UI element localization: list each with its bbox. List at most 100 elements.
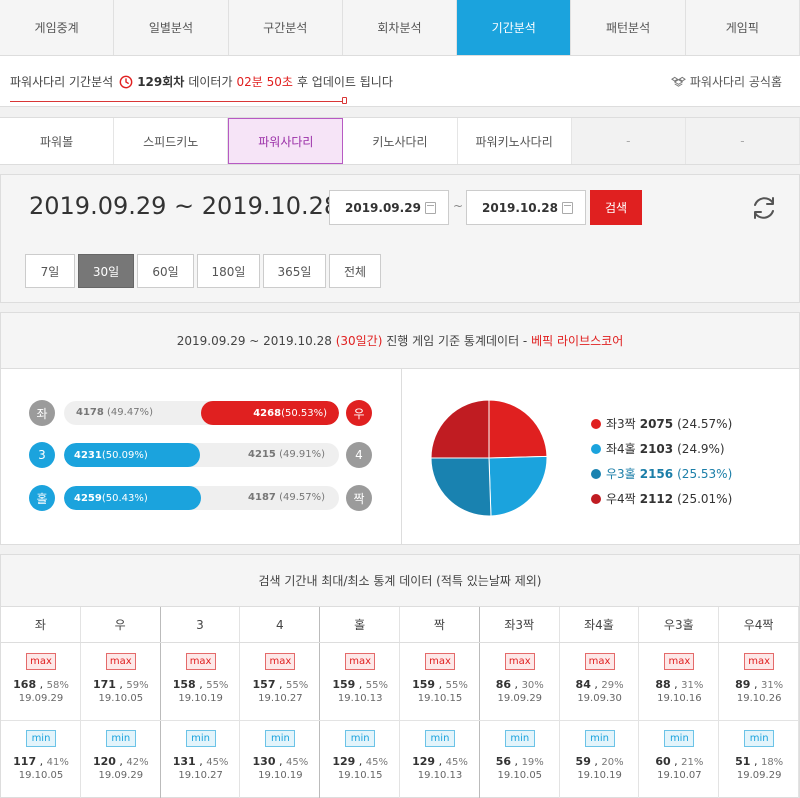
max-tag-wrap: max [320, 653, 400, 670]
max-date: 19.10.05 [98, 693, 144, 704]
min-date: 19.09.29 [736, 770, 782, 781]
min-tag-wrap: min [81, 730, 161, 747]
min-tag: min [504, 730, 535, 747]
end-date-input[interactable]: 2019.10.28 [466, 190, 586, 225]
game-tab[interactable]: 파워키노사다리 [458, 118, 572, 164]
calendar-icon[interactable] [425, 202, 436, 214]
min-block: min 56 , 19% 19.10.05 [480, 730, 560, 781]
min-count: 51 [735, 755, 751, 768]
max-value: 159 , 55% [412, 678, 468, 691]
max-block: max 158 , 55% 19.10.19 [161, 653, 241, 704]
max-percent: 59% [126, 680, 149, 691]
calendar-icon[interactable] [562, 202, 573, 214]
minmax-column-header: 3 [161, 607, 241, 642]
top-nav-item-active[interactable]: 기간분석 [457, 0, 572, 55]
min-value: 117 , 41% [13, 755, 69, 768]
max-percent: 55% [206, 680, 229, 691]
minmax-column-header: 좌4홀 [560, 607, 640, 642]
max-value: 157 , 55% [252, 678, 309, 691]
legend-dot [591, 468, 601, 479]
legend-value: 2112 [639, 491, 674, 506]
max-value: 84 , 29% [575, 678, 624, 691]
min-block: min 131 , 45% 19.10.27 [161, 730, 241, 781]
minmax-column-header: 홀 [320, 607, 400, 642]
max-block: max 171 , 59% 19.10.05 [81, 653, 161, 704]
legend-dot [591, 418, 601, 429]
min-block: min 120 , 42% 19.09.29 [81, 730, 161, 781]
min-tag-wrap: min [240, 730, 320, 747]
max-tag: max [26, 653, 56, 670]
minmax-header-row: 좌 우 3 4 홀 짝 좌3짝 좌4홀 우3홀 우4짝 [1, 607, 799, 643]
pie-legend: 좌3짝 2075 (24.57%) 좌4홀 2103 (24.9%) 우3홀 2156 (25.… [591, 411, 732, 511]
max-date: 19.09.29 [18, 693, 64, 704]
refresh-icon[interactable] [750, 194, 778, 222]
max-date: 19.09.30 [577, 693, 622, 704]
min-date: 19.09.29 [98, 770, 144, 781]
min-percent: 19% [521, 757, 544, 768]
legend-item: 우3홀 2156 (25.53%) [591, 461, 732, 486]
max-count: 89 [735, 678, 751, 691]
max-percent: 55% [365, 680, 389, 691]
max-percent: 55% [445, 680, 468, 691]
legend-value: 2156 [639, 466, 674, 481]
min-block: min 130 , 45% 19.10.19 [240, 730, 320, 781]
max-tag-wrap: max [81, 653, 161, 670]
game-tab-empty: - [571, 118, 686, 164]
round-number: 129회차 [137, 75, 185, 89]
ratio-bar: 4259 (50.43%) 4187 (49.57%) [64, 486, 339, 510]
period-all-button[interactable]: 전체 [329, 254, 381, 288]
min-percent: 45% [206, 757, 229, 768]
max-date: 19.10.15 [417, 693, 463, 704]
legend-label: 좌4홀 [606, 442, 636, 456]
search-button[interactable]: 검색 [590, 190, 642, 225]
ratio-bar-fill: 4268 (50.53%) [201, 401, 339, 425]
ratio-row: 좌 4268 (50.53%) 4178 (49.47%) 우 [29, 400, 375, 428]
top-nav-item[interactable]: 게임중계 [0, 0, 115, 55]
max-tag: max [265, 653, 296, 670]
max-value: 168 , 58% [13, 678, 69, 691]
start-date-input[interactable]: 2019.09.29 [329, 190, 449, 225]
min-count: 117 [13, 755, 37, 768]
min-tag-wrap: min [480, 730, 560, 747]
top-nav-item[interactable]: 게임픽 [686, 0, 800, 55]
max-percent: 29% [601, 680, 624, 691]
countdown-timer: 02분 50초 [236, 75, 293, 89]
period-7d-button[interactable]: 7일 [25, 254, 75, 288]
max-tag: max [185, 653, 216, 670]
max-tag-wrap: max [480, 653, 560, 670]
game-tab[interactable]: 파워볼 [0, 118, 115, 164]
pie-slice [488, 455, 548, 517]
min-date: 19.10.05 [18, 770, 64, 781]
game-tab-active[interactable]: 파워사다리 [228, 118, 344, 164]
min-date: 19.10.19 [577, 770, 622, 781]
period-365d-button[interactable]: 365일 [263, 254, 326, 288]
min-date: 19.10.05 [497, 770, 543, 781]
right-outcome-badge: 우 [346, 400, 372, 426]
min-count: 60 [655, 755, 671, 768]
max-percent: 55% [286, 680, 309, 691]
ratio-bar: 4231 (50.09%) 4215 (49.91%) [64, 443, 339, 467]
max-count: 88 [655, 678, 671, 691]
max-date: 19.10.26 [736, 693, 782, 704]
top-nav-item[interactable]: 일별분석 [114, 0, 229, 55]
progress-line [10, 101, 344, 102]
game-tab[interactable]: 키노사다리 [343, 118, 458, 164]
game-tab[interactable]: 스피드키노 [114, 118, 229, 164]
min-value: 56 , 19% [495, 755, 544, 768]
top-nav-item[interactable]: 구간분석 [229, 0, 343, 55]
stats-header: 2019.09.29 ~ 2019.10.28 (30일간) 진행 게임 기준 … [1, 313, 799, 369]
official-home-link[interactable]: 파워사다리 공식홈 [670, 73, 782, 90]
official-home-icon [670, 76, 686, 87]
min-tag: min [105, 730, 136, 747]
max-count: 159 [412, 678, 436, 691]
period-30d-button[interactable]: 30일 [78, 254, 134, 288]
right-percent: (49.91%) [279, 449, 325, 460]
stats-days: (30일간) [335, 334, 383, 348]
top-nav-item[interactable]: 회차분석 [343, 0, 458, 55]
top-nav-item[interactable]: 패턴분석 [571, 0, 686, 55]
max-block: max 89 , 31% 19.10.26 [719, 653, 799, 704]
max-value: 89 , 31% [735, 678, 784, 691]
max-tag-wrap: max [639, 653, 719, 670]
period-60d-button[interactable]: 60일 [137, 254, 194, 288]
period-180d-button[interactable]: 180일 [197, 254, 260, 288]
